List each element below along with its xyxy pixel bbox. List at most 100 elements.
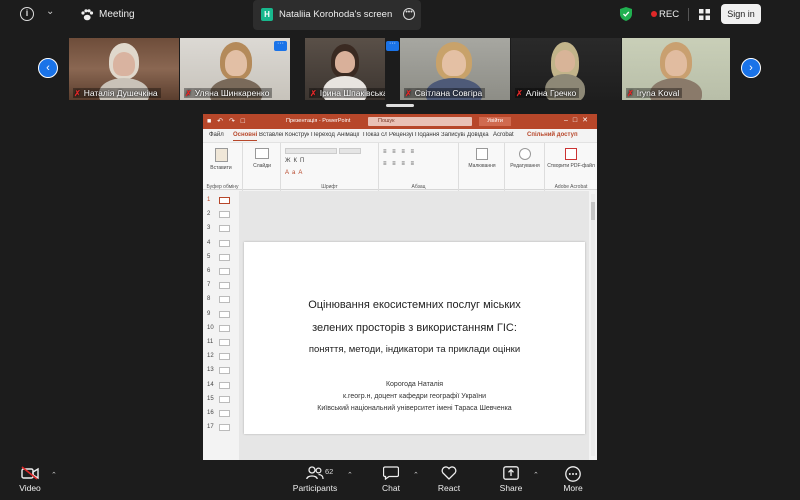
- slide-thumbnail[interactable]: 2: [205, 209, 235, 221]
- ppt-search-input[interactable]: Пошук: [368, 117, 472, 126]
- view-grid-icon[interactable]: [699, 9, 710, 20]
- tab-view[interactable]: Подання: [415, 132, 439, 138]
- ppt-ribbon-tabs: Файл Основні Вставлення Конструктор Пере…: [203, 129, 597, 142]
- tab-home[interactable]: Основні: [233, 132, 258, 141]
- previous-page-button[interactable]: ‹: [38, 58, 58, 78]
- chat-options-caret-icon[interactable]: ⌃: [413, 471, 419, 479]
- participant-count: 62: [325, 467, 334, 476]
- screen-share-indicator[interactable]: H Nataliia Korohoda's screen •••: [253, 0, 421, 30]
- more-options-icon[interactable]: ···: [386, 40, 399, 51]
- group-label: Шрифт: [321, 184, 338, 190]
- font-size-dropdown[interactable]: [339, 148, 361, 154]
- slide-mini-preview: [219, 197, 230, 204]
- slide-number: 10: [207, 324, 214, 331]
- scroll-thumb[interactable]: [591, 202, 595, 220]
- slide-title-line1: Оцінювання екосистемних послуг міських: [308, 299, 521, 311]
- slide-thumbnail[interactable]: 12: [205, 351, 235, 363]
- tab-record[interactable]: Записування: [441, 132, 465, 138]
- participant-tile[interactable]: ✗ Світлана Совгіра: [400, 38, 510, 100]
- new-slide-icon[interactable]: [255, 148, 269, 159]
- slide-mini-preview: [219, 353, 230, 361]
- tab-animations[interactable]: Анімації: [337, 132, 361, 138]
- video-options-caret-icon[interactable]: ⌃: [51, 471, 57, 479]
- ribbon-group-paragraph: ≡ ≡ ≡ ≡ ≡ ≡ ≡ ≡ Абзац: [379, 143, 459, 191]
- participant-tile[interactable]: ✗ Iryna Koval: [622, 38, 730, 100]
- align-icons[interactable]: ≡ ≡ ≡ ≡: [383, 161, 455, 167]
- ribbon-group-font: ЖКП AaA Шрифт: [281, 143, 379, 191]
- slide-thumbnail[interactable]: 15: [205, 394, 235, 406]
- shield-icon[interactable]: [620, 7, 632, 21]
- more-options-icon[interactable]: •••: [403, 8, 415, 20]
- ppt-sign-in-button[interactable]: Увійти: [479, 117, 511, 126]
- tab-slideshow[interactable]: Показ слайдів: [363, 132, 387, 138]
- quick-access-icons[interactable]: ■ ↶ ↷ □: [207, 117, 247, 125]
- muted-mic-icon: ✗: [74, 88, 81, 98]
- paste-icon[interactable]: [215, 148, 228, 162]
- slide-mini-preview: [219, 381, 230, 389]
- vertical-scrollbar[interactable]: [591, 194, 595, 456]
- slide-subtitle: поняття, методи, індикатори та приклади …: [308, 344, 521, 355]
- bottom-toolbar: Video ⌃ Participants 62 ⌃ Chat ⌃ React S…: [0, 461, 800, 500]
- list-icons[interactable]: ≡ ≡ ≡ ≡: [383, 149, 455, 155]
- slide-thumbnail[interactable]: 8: [205, 294, 235, 306]
- slide-thumbnail[interactable]: 3: [205, 223, 235, 235]
- slide-thumbnail[interactable]: 4: [205, 238, 235, 250]
- slide-thumbnail[interactable]: 6: [205, 266, 235, 278]
- ppt-ribbon: Вставити Буфер обміну Слайди ЖКП AaA Шри…: [203, 142, 597, 191]
- font-name-dropdown[interactable]: [285, 148, 337, 154]
- slide-thumbnail[interactable]: 16: [205, 408, 235, 420]
- tab-acrobat[interactable]: Acrobat: [493, 132, 514, 138]
- share-label: Share: [499, 483, 523, 493]
- participant-name: ✗ Уляна Шинкаренко: [184, 88, 273, 98]
- tab-file[interactable]: Файл: [209, 132, 224, 138]
- slide-thumbnail[interactable]: 14: [205, 380, 235, 392]
- top-bar: i ⌄ Meeting H Nataliia Korohoda's screen…: [0, 0, 800, 30]
- slide-thumbnail[interactable]: 11: [205, 337, 235, 349]
- share-screen-button[interactable]: Share: [496, 466, 526, 493]
- drawing-icon[interactable]: [476, 148, 488, 160]
- slide-thumbnail[interactable]: 9: [205, 309, 235, 321]
- info-icon[interactable]: i: [20, 7, 34, 21]
- group-label: Adobe Acrobat: [554, 184, 588, 190]
- slide-thumbnail[interactable]: 7: [205, 280, 235, 292]
- slides-button-label: Слайди: [253, 163, 271, 169]
- zoom-window: i ⌄ Meeting H Nataliia Korohoda's screen…: [0, 0, 800, 500]
- tab-design[interactable]: Конструктор: [285, 132, 309, 138]
- slide-thumbnail[interactable]: 10: [205, 323, 235, 335]
- sign-in-button[interactable]: Sign in: [721, 4, 761, 24]
- next-page-button[interactable]: ›: [741, 58, 761, 78]
- share-screen-icon: [503, 466, 519, 480]
- slide-thumbnail[interactable]: 17: [205, 422, 235, 434]
- participant-tile[interactable]: ✗ Наталія Душечкіна: [69, 38, 179, 100]
- tab-help[interactable]: Довідка: [467, 132, 491, 138]
- participants-options-caret-icon[interactable]: ⌃: [347, 471, 353, 479]
- participant-tile[interactable]: ··· ✗ Уляна Шинкаренко: [180, 38, 290, 100]
- participant-tile[interactable]: ✗ Ірина Шпаківська: [305, 38, 385, 100]
- pdf-icon[interactable]: [565, 148, 577, 160]
- tab-transitions[interactable]: Переходи: [311, 132, 335, 138]
- font-format-icons[interactable]: ЖКП: [285, 158, 373, 164]
- tab-review[interactable]: Рецензування: [389, 132, 413, 138]
- font-color-icons[interactable]: AaA: [285, 170, 373, 176]
- search-icon[interactable]: [519, 148, 531, 160]
- current-slide[interactable]: Оцінювання екосистемних послуг міських з…: [244, 242, 585, 434]
- share-button[interactable]: Спільний доступ: [527, 132, 578, 138]
- resize-handle[interactable]: [386, 104, 414, 107]
- chevron-down-icon[interactable]: ⌄: [46, 6, 54, 17]
- slide-number: 6: [207, 268, 211, 274]
- slide-number: 15: [207, 395, 214, 402]
- slide-thumbnail[interactable]: 13: [205, 365, 235, 377]
- chat-button[interactable]: Chat: [376, 466, 406, 493]
- slide-thumbnail[interactable]: 1: [205, 195, 235, 207]
- slide-mini-preview: [219, 296, 230, 304]
- tab-insert[interactable]: Вставлення: [259, 132, 283, 138]
- react-button[interactable]: React: [434, 466, 464, 493]
- slide-number: 1: [207, 197, 211, 203]
- more-options-icon[interactable]: ···: [274, 40, 287, 51]
- window-controls-icon[interactable]: –□✕: [564, 116, 593, 124]
- participant-tile[interactable]: ✗ Аліна Гречко: [511, 38, 621, 100]
- slide-thumbnail[interactable]: 5: [205, 252, 235, 264]
- more-button[interactable]: More: [558, 466, 588, 493]
- share-options-caret-icon[interactable]: ⌃: [533, 471, 539, 479]
- video-button[interactable]: Video: [16, 466, 44, 493]
